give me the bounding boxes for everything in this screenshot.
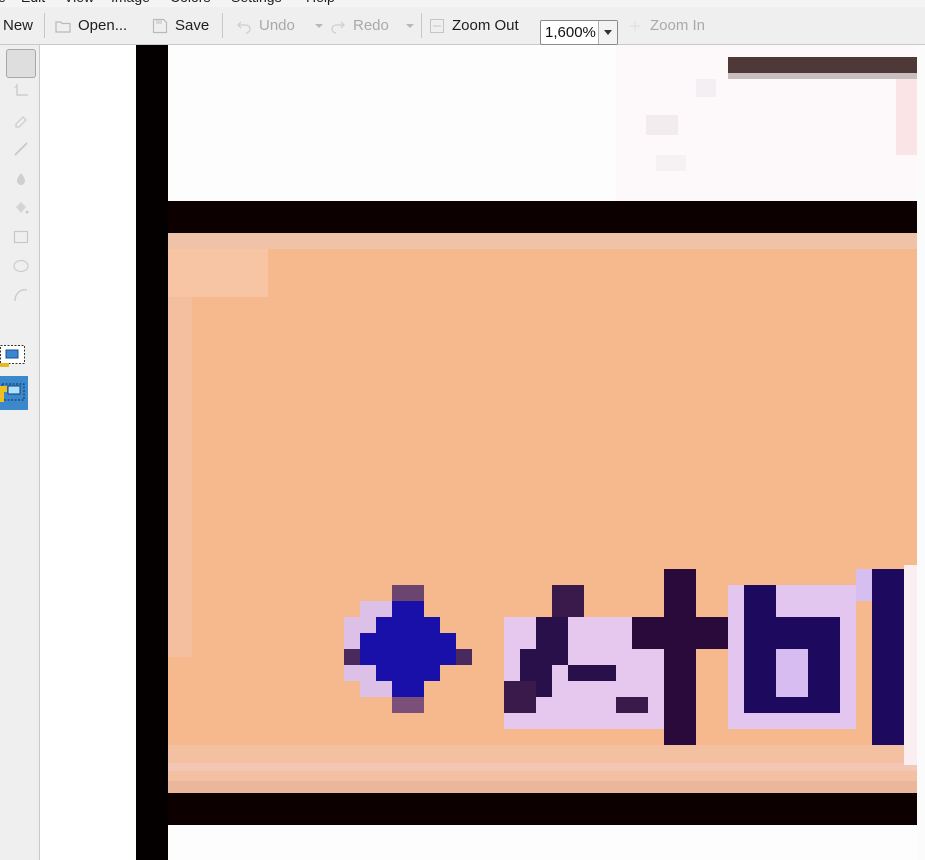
curve-tool-button[interactable] xyxy=(8,283,34,307)
new-label: New xyxy=(3,17,34,34)
chevron-down-icon[interactable] xyxy=(598,21,617,44)
crop-icon xyxy=(14,84,28,96)
tool-panel xyxy=(0,45,40,860)
rectangle-icon xyxy=(13,230,29,244)
zoom-in-button[interactable]: Zoom In xyxy=(627,7,705,44)
save-label: Save xyxy=(175,17,210,34)
ellipse-icon xyxy=(13,259,29,273)
bucket-icon xyxy=(16,202,29,214)
zoomed-image xyxy=(136,45,917,860)
image-canvas[interactable] xyxy=(136,45,917,860)
transparent-selection-mode[interactable] xyxy=(0,376,28,410)
zoom-value[interactable]: 1,600% xyxy=(545,24,596,41)
open-button[interactable]: Open... xyxy=(55,7,127,44)
selection-tool-button[interactable] xyxy=(6,49,36,78)
redo-label: Redo xyxy=(353,17,389,34)
undo-label: Undo xyxy=(259,17,295,34)
save-icon xyxy=(152,18,168,34)
zoom-out-button[interactable]: Zoom Out xyxy=(429,7,519,44)
line-tool-button[interactable] xyxy=(8,137,34,161)
toolbar-separator xyxy=(44,13,45,38)
menu-edit[interactable]: Edit xyxy=(21,0,45,5)
new-button[interactable]: New xyxy=(3,7,33,44)
opaque-selection-icon xyxy=(0,345,25,367)
zoom-out-label: Zoom Out xyxy=(452,17,519,34)
redo-dropdown-icon[interactable] xyxy=(406,24,414,28)
fill-tool-button[interactable] xyxy=(8,196,34,220)
color-picker-tool-button[interactable] xyxy=(8,167,34,191)
menu-settings[interactable]: Settings xyxy=(231,0,282,5)
open-label: Open... xyxy=(78,17,128,34)
eraser-tool-button[interactable] xyxy=(8,108,34,132)
rectangle-tool-button[interactable] xyxy=(8,225,34,249)
droplet-icon xyxy=(17,173,25,185)
zoom-combobox[interactable]: 1,600% xyxy=(540,20,618,45)
menu-file[interactable]: e xyxy=(0,0,6,5)
toolbar-separator xyxy=(222,13,223,38)
toolbar: New Open... Save Undo Redo Zoom Out 1,60 xyxy=(0,7,925,45)
undo-icon xyxy=(236,18,252,34)
crop-tool-button[interactable] xyxy=(8,79,34,103)
line-icon xyxy=(14,142,28,156)
folder-icon xyxy=(55,18,71,34)
toolbar-separator xyxy=(421,13,422,38)
menu-colors[interactable]: Colors xyxy=(170,0,210,5)
zoom-in-icon xyxy=(627,18,643,34)
redo-button[interactable]: Redo xyxy=(330,7,389,44)
transparent-selection-icon xyxy=(0,383,25,402)
menu-bar: e Edit View Image Colors Settings Help xyxy=(0,0,925,7)
menu-view[interactable]: View xyxy=(64,0,94,5)
glyph-b xyxy=(728,585,856,729)
undo-button[interactable]: Undo xyxy=(236,7,295,44)
menu-image[interactable]: Image xyxy=(111,0,150,5)
curve-icon xyxy=(14,289,28,302)
save-button[interactable]: Save xyxy=(152,7,209,44)
ellipse-tool-button[interactable] xyxy=(8,254,34,278)
zoom-in-label: Zoom In xyxy=(650,17,706,34)
redo-icon xyxy=(330,18,346,34)
menu-help[interactable]: Help xyxy=(306,0,335,5)
zoom-out-icon xyxy=(429,18,445,34)
undo-dropdown-icon[interactable] xyxy=(315,24,323,28)
canvas-area[interactable] xyxy=(40,45,925,860)
opaque-selection-mode[interactable] xyxy=(0,345,26,367)
eraser-icon xyxy=(15,116,27,128)
vertical-scrollbar[interactable] xyxy=(917,45,925,860)
